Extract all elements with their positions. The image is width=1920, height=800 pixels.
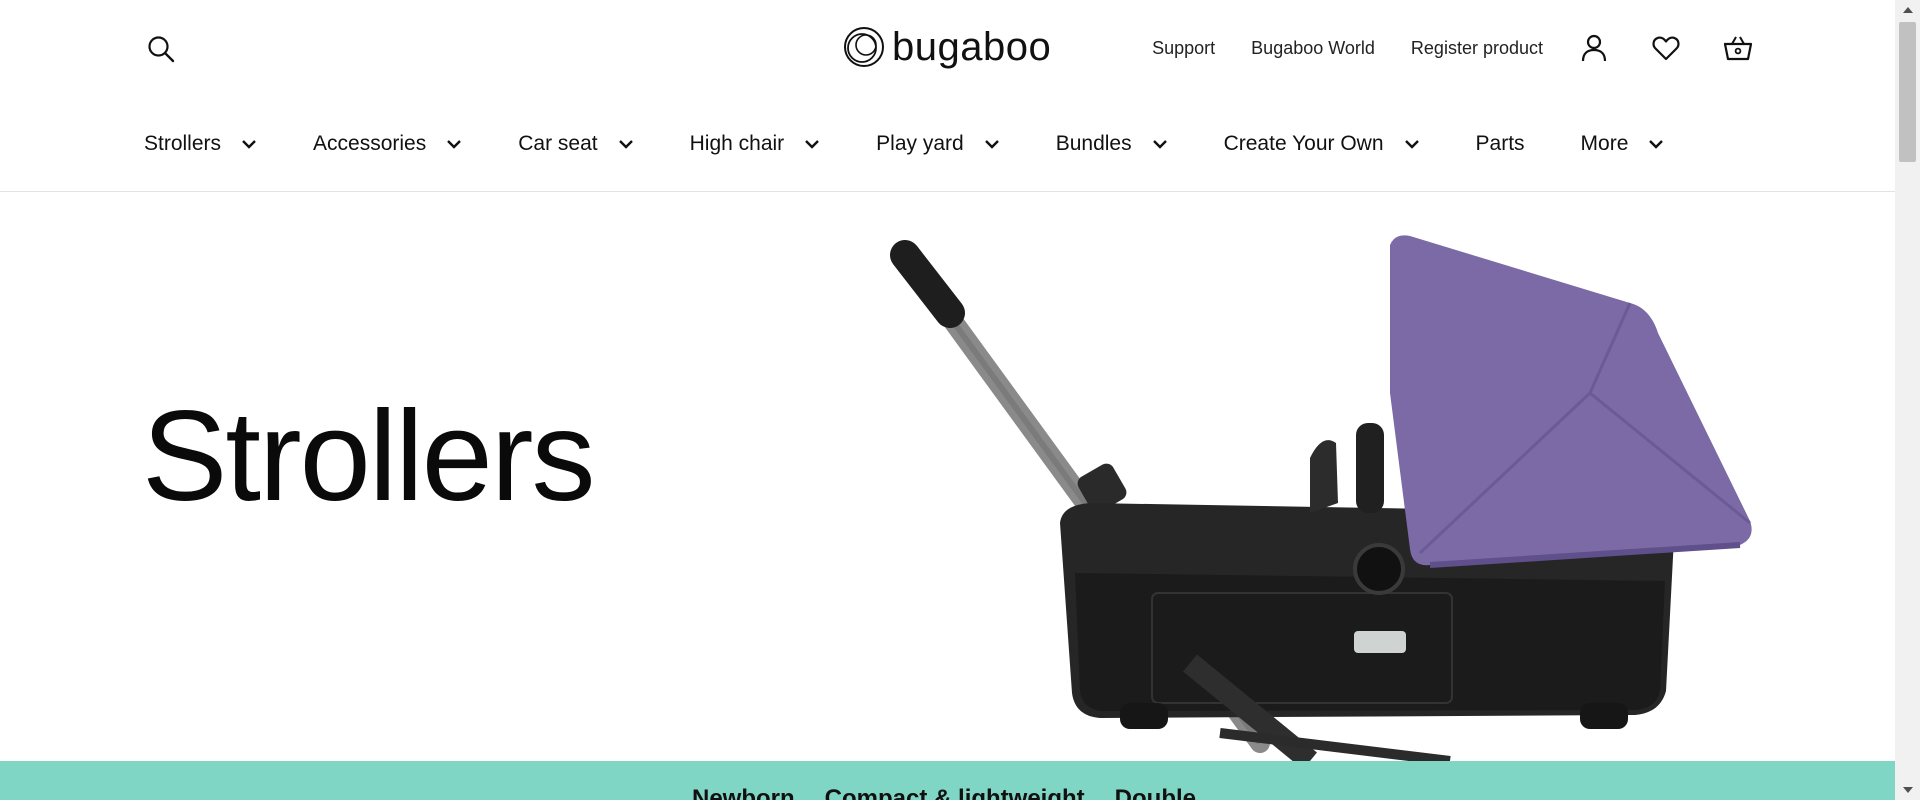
category-list: Newborn Compact & lightweight Double (692, 785, 1226, 800)
scroll-down-button[interactable] (1895, 780, 1920, 800)
nav-item-strollers[interactable]: Strollers (144, 132, 257, 156)
page: bugaboo Support Bugaboo World Register p… (0, 0, 1895, 800)
nav-item-label: Create Your Own (1223, 132, 1384, 155)
account-button[interactable] (1576, 30, 1612, 66)
utility-links: Support Bugaboo World Register product (1152, 0, 1543, 96)
search-button[interactable] (146, 34, 176, 64)
chevron-down-icon (242, 140, 256, 149)
scrollbar-thumb[interactable] (1899, 22, 1916, 162)
nav-item-label: Strollers (144, 132, 222, 155)
chevron-down-icon (1152, 140, 1167, 149)
main-navigation: Strollers Accessories Car seat High chai… (0, 96, 1895, 192)
nav-item-label: Parts (1475, 132, 1525, 155)
nav-item-label: More (1580, 132, 1629, 155)
nav-item-accessories[interactable]: Accessories (313, 132, 462, 156)
support-link[interactable]: Support (1152, 38, 1215, 59)
stroller-bassinet-image (890, 235, 1752, 761)
category-compact-lightweight[interactable]: Compact & lightweight (825, 785, 1085, 800)
chevron-down-icon (984, 140, 999, 149)
basket-button[interactable] (1720, 30, 1756, 66)
category-strip: Newborn Compact & lightweight Double (0, 761, 1895, 800)
bugaboo-logo[interactable]: bugaboo (842, 24, 1056, 70)
nav-item-high-chair[interactable]: High chair (690, 132, 821, 156)
scroll-down-arrow-icon (1902, 787, 1913, 793)
chevron-down-icon (447, 140, 462, 149)
nav-item-label: Play yard (876, 132, 964, 155)
nav-item-label: Car seat (518, 132, 598, 155)
nav-item-label: Accessories (313, 132, 427, 155)
scroll-up-arrow-icon (1902, 7, 1913, 13)
register-product-link[interactable]: Register product (1411, 38, 1543, 59)
nav-item-bundles[interactable]: Bundles (1056, 132, 1168, 156)
nav-list: Strollers Accessories Car seat High chai… (144, 96, 1720, 192)
wishlist-heart-icon (1652, 36, 1680, 61)
scroll-up-button[interactable] (1895, 0, 1920, 20)
nav-item-label: Bundles (1055, 132, 1132, 155)
wishlist-button[interactable] (1648, 30, 1684, 66)
nav-item-create-your-own[interactable]: Create Your Own (1224, 132, 1420, 156)
basket-icon (1723, 36, 1753, 61)
category-newborn[interactable]: Newborn (692, 785, 795, 800)
logo-mark-icon (844, 27, 884, 67)
search-icon (148, 36, 175, 63)
top-bar: bugaboo Support Bugaboo World Register p… (0, 0, 1895, 96)
chevron-down-icon (1649, 140, 1664, 149)
header-icons (1576, 30, 1756, 66)
page-title: Strollers (142, 385, 595, 528)
account-icon (1581, 34, 1607, 62)
chevron-down-icon (1404, 140, 1419, 149)
chevron-down-icon (805, 140, 820, 149)
bugaboo-world-link[interactable]: Bugaboo World (1251, 38, 1375, 59)
category-double[interactable]: Double (1115, 785, 1196, 800)
logo-text: bugaboo (892, 25, 1052, 69)
nav-item-parts[interactable]: Parts (1476, 132, 1525, 156)
nav-item-play-yard[interactable]: Play yard (876, 132, 1000, 156)
vertical-scrollbar[interactable] (1895, 0, 1920, 800)
nav-item-label: High chair (689, 132, 785, 155)
nav-item-more[interactable]: More (1581, 132, 1665, 156)
chevron-down-icon (618, 140, 633, 149)
hero-banner: Strollers (0, 193, 1895, 761)
nav-item-car-seat[interactable]: Car seat (518, 132, 633, 156)
